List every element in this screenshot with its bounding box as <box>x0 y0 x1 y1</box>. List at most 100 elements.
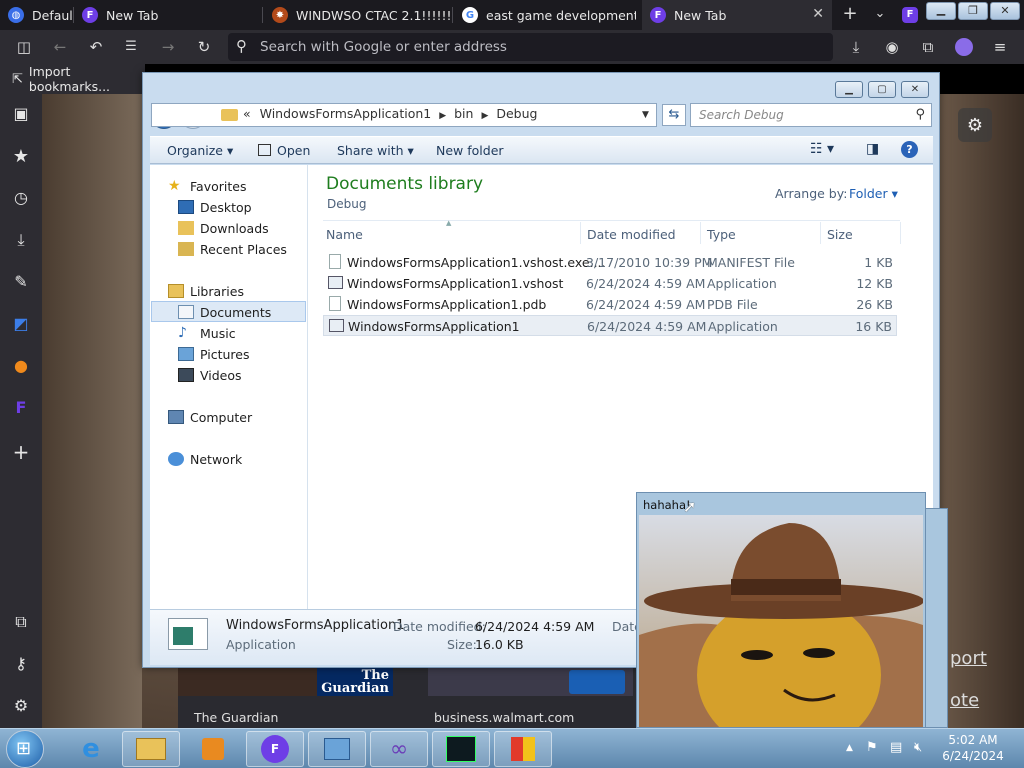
file-row[interactable]: WindowsFormsApplication1.pdb 6/24/2024 4… <box>323 294 897 315</box>
search-input[interactable]: Search Debug ⚲ <box>690 103 932 127</box>
account-icon[interactable]: ◉ <box>882 38 902 56</box>
column-divider[interactable] <box>820 222 821 244</box>
nav-documents[interactable]: Documents <box>178 302 271 322</box>
pen-icon[interactable]: ✎ <box>11 272 31 291</box>
organize-button[interactable]: Organize ▾ <box>167 143 233 158</box>
column-header-size[interactable]: Size <box>827 227 853 242</box>
nav-downloads[interactable]: Downloads <box>178 218 269 238</box>
taskbar-app[interactable] <box>494 731 552 767</box>
taskbar-file-explorer[interactable] <box>122 731 180 767</box>
page-link-support[interactable]: port <box>950 648 987 669</box>
extensions-icon[interactable]: ⧉ <box>11 612 31 632</box>
column-header-type[interactable]: Type <box>707 227 736 242</box>
breadcrumb-item[interactable]: WindowsFormsApplication1 <box>260 106 432 121</box>
taskbar-media-player[interactable] <box>184 731 242 767</box>
flag-icon[interactable]: ⚑ <box>866 740 878 755</box>
breadcrumb-overflow[interactable]: « <box>243 106 251 121</box>
file-row[interactable]: WindowsFormsApplication1.vshost.exe.... … <box>323 252 897 273</box>
fruit-icon[interactable]: ● <box>11 356 31 375</box>
help-icon[interactable]: ? <box>901 141 918 158</box>
import-bookmarks-link[interactable]: Import bookmarks... <box>29 64 145 94</box>
refresh-icon[interactable]: ⇆ <box>662 104 686 126</box>
url-bar[interactable]: ⚲ Search with Google or enter address <box>228 33 833 61</box>
column-divider[interactable] <box>580 222 581 244</box>
undo-close-tab-icon[interactable]: ↶ <box>86 38 106 56</box>
nav-music[interactable]: ♪ Music <box>178 323 236 343</box>
breadcrumb-item[interactable]: bin <box>454 106 473 121</box>
popup-window[interactable]: hahaha! ➚ <box>636 492 926 728</box>
url-input[interactable]: Search with Google or enter address <box>260 39 507 55</box>
file-row-selected[interactable]: WindowsFormsApplication1 6/24/2024 4:59 … <box>323 315 897 336</box>
add-panel-icon[interactable]: + <box>11 440 31 464</box>
taskbar-floorp[interactable]: F <box>246 731 304 767</box>
network-tray-icon[interactable]: ▤ <box>890 740 902 755</box>
translate-icon[interactable]: ◩ <box>11 314 31 333</box>
chevron-right-icon[interactable]: ▶ <box>481 111 488 121</box>
briefcase-icon[interactable]: ▣ <box>11 104 31 123</box>
sidebar-toggle-icon[interactable]: ◫ <box>14 38 34 56</box>
walmart-tile-image[interactable] <box>428 668 633 696</box>
floorp-icon[interactable]: F <box>11 398 31 417</box>
taskbar-terminal[interactable] <box>432 731 490 767</box>
breadcrumb-item[interactable]: Debug <box>496 106 537 121</box>
share-with-button[interactable]: Share with ▾ <box>337 143 414 158</box>
nav-network[interactable]: Network <box>168 449 242 469</box>
forward-icon[interactable]: → <box>158 38 178 56</box>
tab-new-tab-1[interactable]: F New Tab <box>74 0 260 30</box>
nav-pictures[interactable]: Pictures <box>178 344 250 364</box>
minimize-button[interactable]: ▁ <box>926 2 956 20</box>
tile-label-walmart[interactable]: business.walmart.com <box>434 710 574 725</box>
start-button[interactable]: ⊞ <box>6 730 44 768</box>
guardian-tile-image[interactable]: The Guardian <box>178 668 393 696</box>
gear-icon[interactable]: ⚙ <box>11 696 31 715</box>
close-window-button[interactable]: ✕ <box>990 2 1020 20</box>
extensions-icon[interactable]: ⧉ <box>918 38 938 56</box>
taskbar-clock[interactable]: 5:02 AM 6/24/2024 <box>930 732 1016 764</box>
chevron-down-icon[interactable]: ⌄ <box>870 5 890 23</box>
page-link-note[interactable]: ote <box>950 690 979 711</box>
file-row[interactable]: WindowsFormsApplication1.vshost 6/24/202… <box>323 273 897 294</box>
column-header-date[interactable]: Date modified <box>587 227 676 242</box>
profile-avatar-icon[interactable] <box>955 38 973 56</box>
chevron-right-icon[interactable]: ▶ <box>439 111 446 121</box>
explorer-close-button[interactable]: ✕ <box>901 81 929 98</box>
nav-favorites[interactable]: ★ Favorites <box>168 176 246 196</box>
history-icon[interactable]: ◷ <box>11 188 31 207</box>
reload-icon[interactable]: ↻ <box>194 38 214 56</box>
star-icon[interactable]: ★ <box>11 146 31 167</box>
new-tab-icon[interactable]: + <box>840 5 860 23</box>
close-tab-icon[interactable]: ✕ <box>812 6 824 22</box>
tab-new-tab-active[interactable]: F New Tab ✕ <box>642 0 832 30</box>
column-divider[interactable] <box>900 222 901 244</box>
column-header-name[interactable]: Name <box>326 227 363 242</box>
taskbar-control-panel[interactable] <box>308 731 366 767</box>
explorer-maximize-button[interactable]: ▢ <box>868 81 896 98</box>
menu-icon[interactable]: ≡ <box>990 38 1010 56</box>
address-dropdown-icon[interactable]: ▼ <box>642 110 649 120</box>
taskbar-visual-studio[interactable]: ∞ <box>370 731 428 767</box>
column-divider[interactable] <box>700 222 701 244</box>
tray-chevron-up-icon[interactable]: ▲ <box>846 743 853 753</box>
tab-google-search[interactable]: Geast game development gam <box>454 0 636 30</box>
explorer-minimize-button[interactable]: ▁ <box>835 81 863 98</box>
nav-libraries[interactable]: Libraries <box>168 281 244 301</box>
taskbar-internet-explorer[interactable]: e <box>62 731 120 767</box>
open-button[interactable]: Open <box>258 143 310 158</box>
download-icon[interactable]: ⤓ <box>846 38 866 56</box>
preview-pane-icon[interactable]: ◨ <box>866 141 879 157</box>
nav-recent-places[interactable]: Recent Places <box>178 239 287 259</box>
volume-muted-icon[interactable]: 🔇︎ <box>914 740 922 755</box>
key-icon[interactable]: ⚷ <box>11 654 31 673</box>
restore-button[interactable]: ❐ <box>958 2 988 20</box>
page-settings-button[interactable]: ⚙ <box>958 108 992 142</box>
list-icon[interactable]: ☰ <box>121 38 141 56</box>
back-icon[interactable]: ← <box>50 38 70 56</box>
nav-videos[interactable]: Videos <box>178 365 242 385</box>
arrange-by-dropdown[interactable]: Folder ▾ <box>849 186 898 201</box>
nav-desktop[interactable]: Desktop <box>178 197 252 217</box>
tile-label-guardian[interactable]: The Guardian <box>194 710 278 725</box>
tab-default-workspace[interactable]: ◍ Default <box>0 0 72 30</box>
tab-windwso[interactable]: ✸ WINDWSO CTAC 2.1!!!!!!!1one <box>264 0 450 30</box>
downloads-icon[interactable]: ⤓ <box>11 230 31 250</box>
view-options-icon[interactable]: ☷ ▾ <box>810 141 834 157</box>
